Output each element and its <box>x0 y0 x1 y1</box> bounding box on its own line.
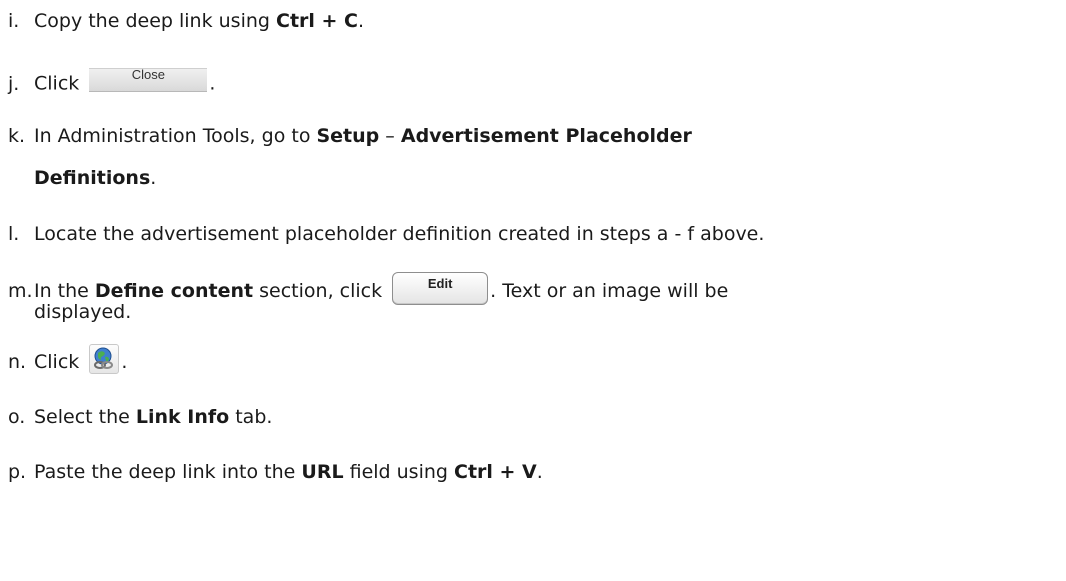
shortcut-label: Ctrl + V <box>454 461 537 483</box>
step-text: Locate the advertisement placeholder def… <box>34 223 765 245</box>
step-letter: m. <box>8 280 33 302</box>
step-letter: o. <box>8 406 26 428</box>
step-letter: i. <box>8 10 20 32</box>
step-dash: – <box>379 125 401 147</box>
step-letter: k. <box>8 125 26 147</box>
step-text: section, click <box>253 280 389 302</box>
step-text: displayed. <box>34 301 132 323</box>
step-letter: l. <box>8 223 20 245</box>
step-text: . Text or an image will be <box>490 280 729 302</box>
tab-label: Link Info <box>135 406 230 428</box>
step-text: Click <box>34 72 86 95</box>
section-label: Define content <box>94 280 254 302</box>
step-text: tab. <box>229 406 273 428</box>
step-text: Copy the deep link using <box>34 10 276 32</box>
menu-label: Advertisement Placeholder <box>400 125 692 147</box>
step-text: field using <box>343 461 454 483</box>
step-text: Paste the deep link into the <box>34 461 302 483</box>
step-o: o. Select the Link Info tab. <box>8 405 272 430</box>
menu-label: Definitions <box>34 167 151 189</box>
step-punct: . <box>150 167 157 189</box>
step-punct: . <box>209 72 216 95</box>
link-globe-icon[interactable] <box>89 343 120 374</box>
step-k: k. In Administration Tools, go to Setup –… <box>8 124 692 149</box>
step-letter: n. <box>8 351 27 373</box>
step-text: Select the <box>34 406 136 428</box>
field-label: URL <box>301 461 344 483</box>
step-k-continuation: Definitions. <box>34 166 156 191</box>
edit-button[interactable]: Edit <box>392 272 489 305</box>
step-punct: . <box>358 10 365 32</box>
step-text: In the <box>34 280 95 302</box>
step-n: n. Click . <box>8 343 128 375</box>
step-punct: . <box>121 351 128 373</box>
step-letter: j. <box>8 72 20 95</box>
step-p: p. Paste the deep link into the URL field… <box>8 460 543 485</box>
step-letter: p. <box>8 461 27 483</box>
menu-label: Setup <box>316 125 380 147</box>
step-j: j. Click Close. <box>8 68 215 100</box>
step-i: i. Copy the deep link using Ctrl + C. <box>8 9 364 34</box>
step-l: l. Locate the advertisement placeholder d… <box>8 222 764 247</box>
close-button[interactable]: Close <box>89 68 208 92</box>
step-m-continuation: displayed. <box>34 300 131 325</box>
step-text: Click <box>34 351 86 373</box>
shortcut-label: Ctrl + C <box>276 10 359 32</box>
step-text: In Administration Tools, go to <box>34 125 317 147</box>
step-punct: . <box>536 461 543 483</box>
